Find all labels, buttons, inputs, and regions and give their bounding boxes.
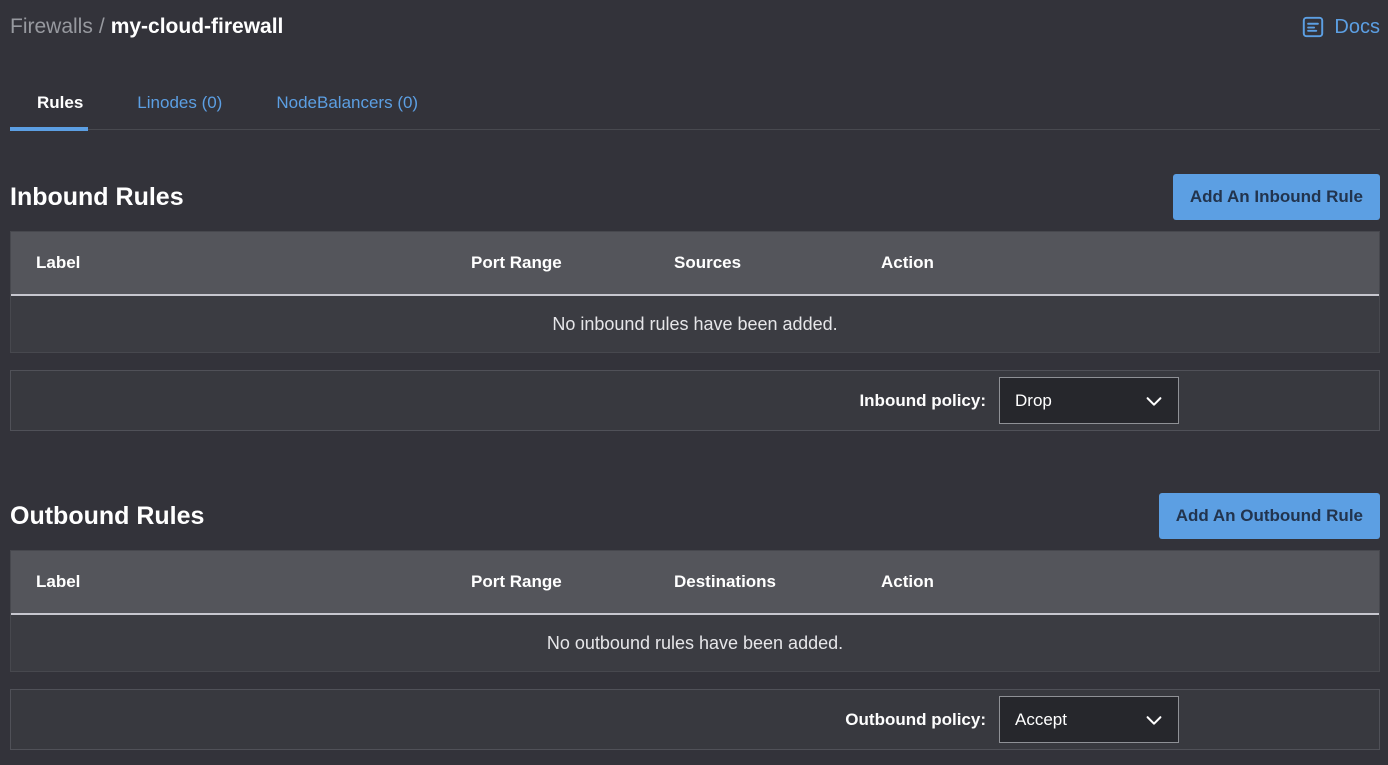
inbound-empty-message: No inbound rules have been added. bbox=[11, 296, 1379, 352]
outbound-empty-message: No outbound rules have been added. bbox=[11, 615, 1379, 671]
tab-bar: Rules Linodes (0) NodeBalancers (0) bbox=[10, 80, 1380, 130]
tab-rules[interactable]: Rules bbox=[10, 80, 110, 129]
outbound-rules-title: Outbound Rules bbox=[10, 502, 204, 531]
outbound-col-port-range: Port Range bbox=[471, 572, 674, 592]
chevron-down-icon bbox=[1143, 390, 1165, 412]
breadcrumb-separator: / bbox=[99, 15, 105, 38]
inbound-table-header: Label Port Range Sources Action bbox=[11, 232, 1379, 296]
inbound-col-port-range: Port Range bbox=[471, 253, 674, 273]
outbound-policy-select[interactable]: Accept bbox=[999, 696, 1179, 743]
outbound-rules-table: Label Port Range Destinations Action No … bbox=[10, 550, 1380, 672]
breadcrumb-firewalls-link[interactable]: Firewalls bbox=[10, 15, 93, 38]
tab-linodes[interactable]: Linodes (0) bbox=[110, 80, 249, 129]
inbound-policy-value: Drop bbox=[1015, 391, 1052, 411]
outbound-col-label: Label bbox=[36, 572, 471, 592]
inbound-section-header: Inbound Rules Add An Inbound Rule bbox=[10, 174, 1380, 220]
tab-nodebalancers[interactable]: NodeBalancers (0) bbox=[249, 80, 445, 129]
docs-icon bbox=[1300, 14, 1326, 40]
inbound-col-action: Action bbox=[881, 253, 1379, 273]
top-bar: Firewalls / my-cloud-firewall Docs bbox=[10, 0, 1380, 42]
outbound-policy-label: Outbound policy: bbox=[845, 710, 986, 730]
outbound-col-action: Action bbox=[881, 572, 1379, 592]
chevron-down-icon bbox=[1143, 709, 1165, 731]
inbound-policy-select[interactable]: Drop bbox=[999, 377, 1179, 424]
inbound-policy-label: Inbound policy: bbox=[859, 391, 986, 411]
add-outbound-rule-button[interactable]: Add An Outbound Rule bbox=[1159, 493, 1380, 539]
add-inbound-rule-button[interactable]: Add An Inbound Rule bbox=[1173, 174, 1380, 220]
outbound-policy-value: Accept bbox=[1015, 710, 1067, 730]
outbound-table-header: Label Port Range Destinations Action bbox=[11, 551, 1379, 615]
inbound-col-label: Label bbox=[36, 253, 471, 273]
outbound-col-destinations: Destinations bbox=[674, 572, 881, 592]
breadcrumb-current-firewall: my-cloud-firewall bbox=[111, 15, 284, 38]
inbound-col-sources: Sources bbox=[674, 253, 881, 273]
firewall-detail-page: Firewalls / my-cloud-firewall Docs Rules L… bbox=[0, 0, 1388, 765]
inbound-rules-title: Inbound Rules bbox=[10, 183, 184, 212]
outbound-section-header: Outbound Rules Add An Outbound Rule bbox=[10, 493, 1380, 539]
breadcrumb: Firewalls / my-cloud-firewall bbox=[10, 15, 283, 39]
inbound-policy-panel: Inbound policy: Drop bbox=[10, 370, 1380, 431]
inbound-rules-table: Label Port Range Sources Action No inbou… bbox=[10, 231, 1380, 353]
outbound-policy-panel: Outbound policy: Accept bbox=[10, 689, 1380, 750]
docs-link[interactable]: Docs bbox=[1300, 14, 1380, 40]
docs-link-label: Docs bbox=[1334, 16, 1380, 39]
